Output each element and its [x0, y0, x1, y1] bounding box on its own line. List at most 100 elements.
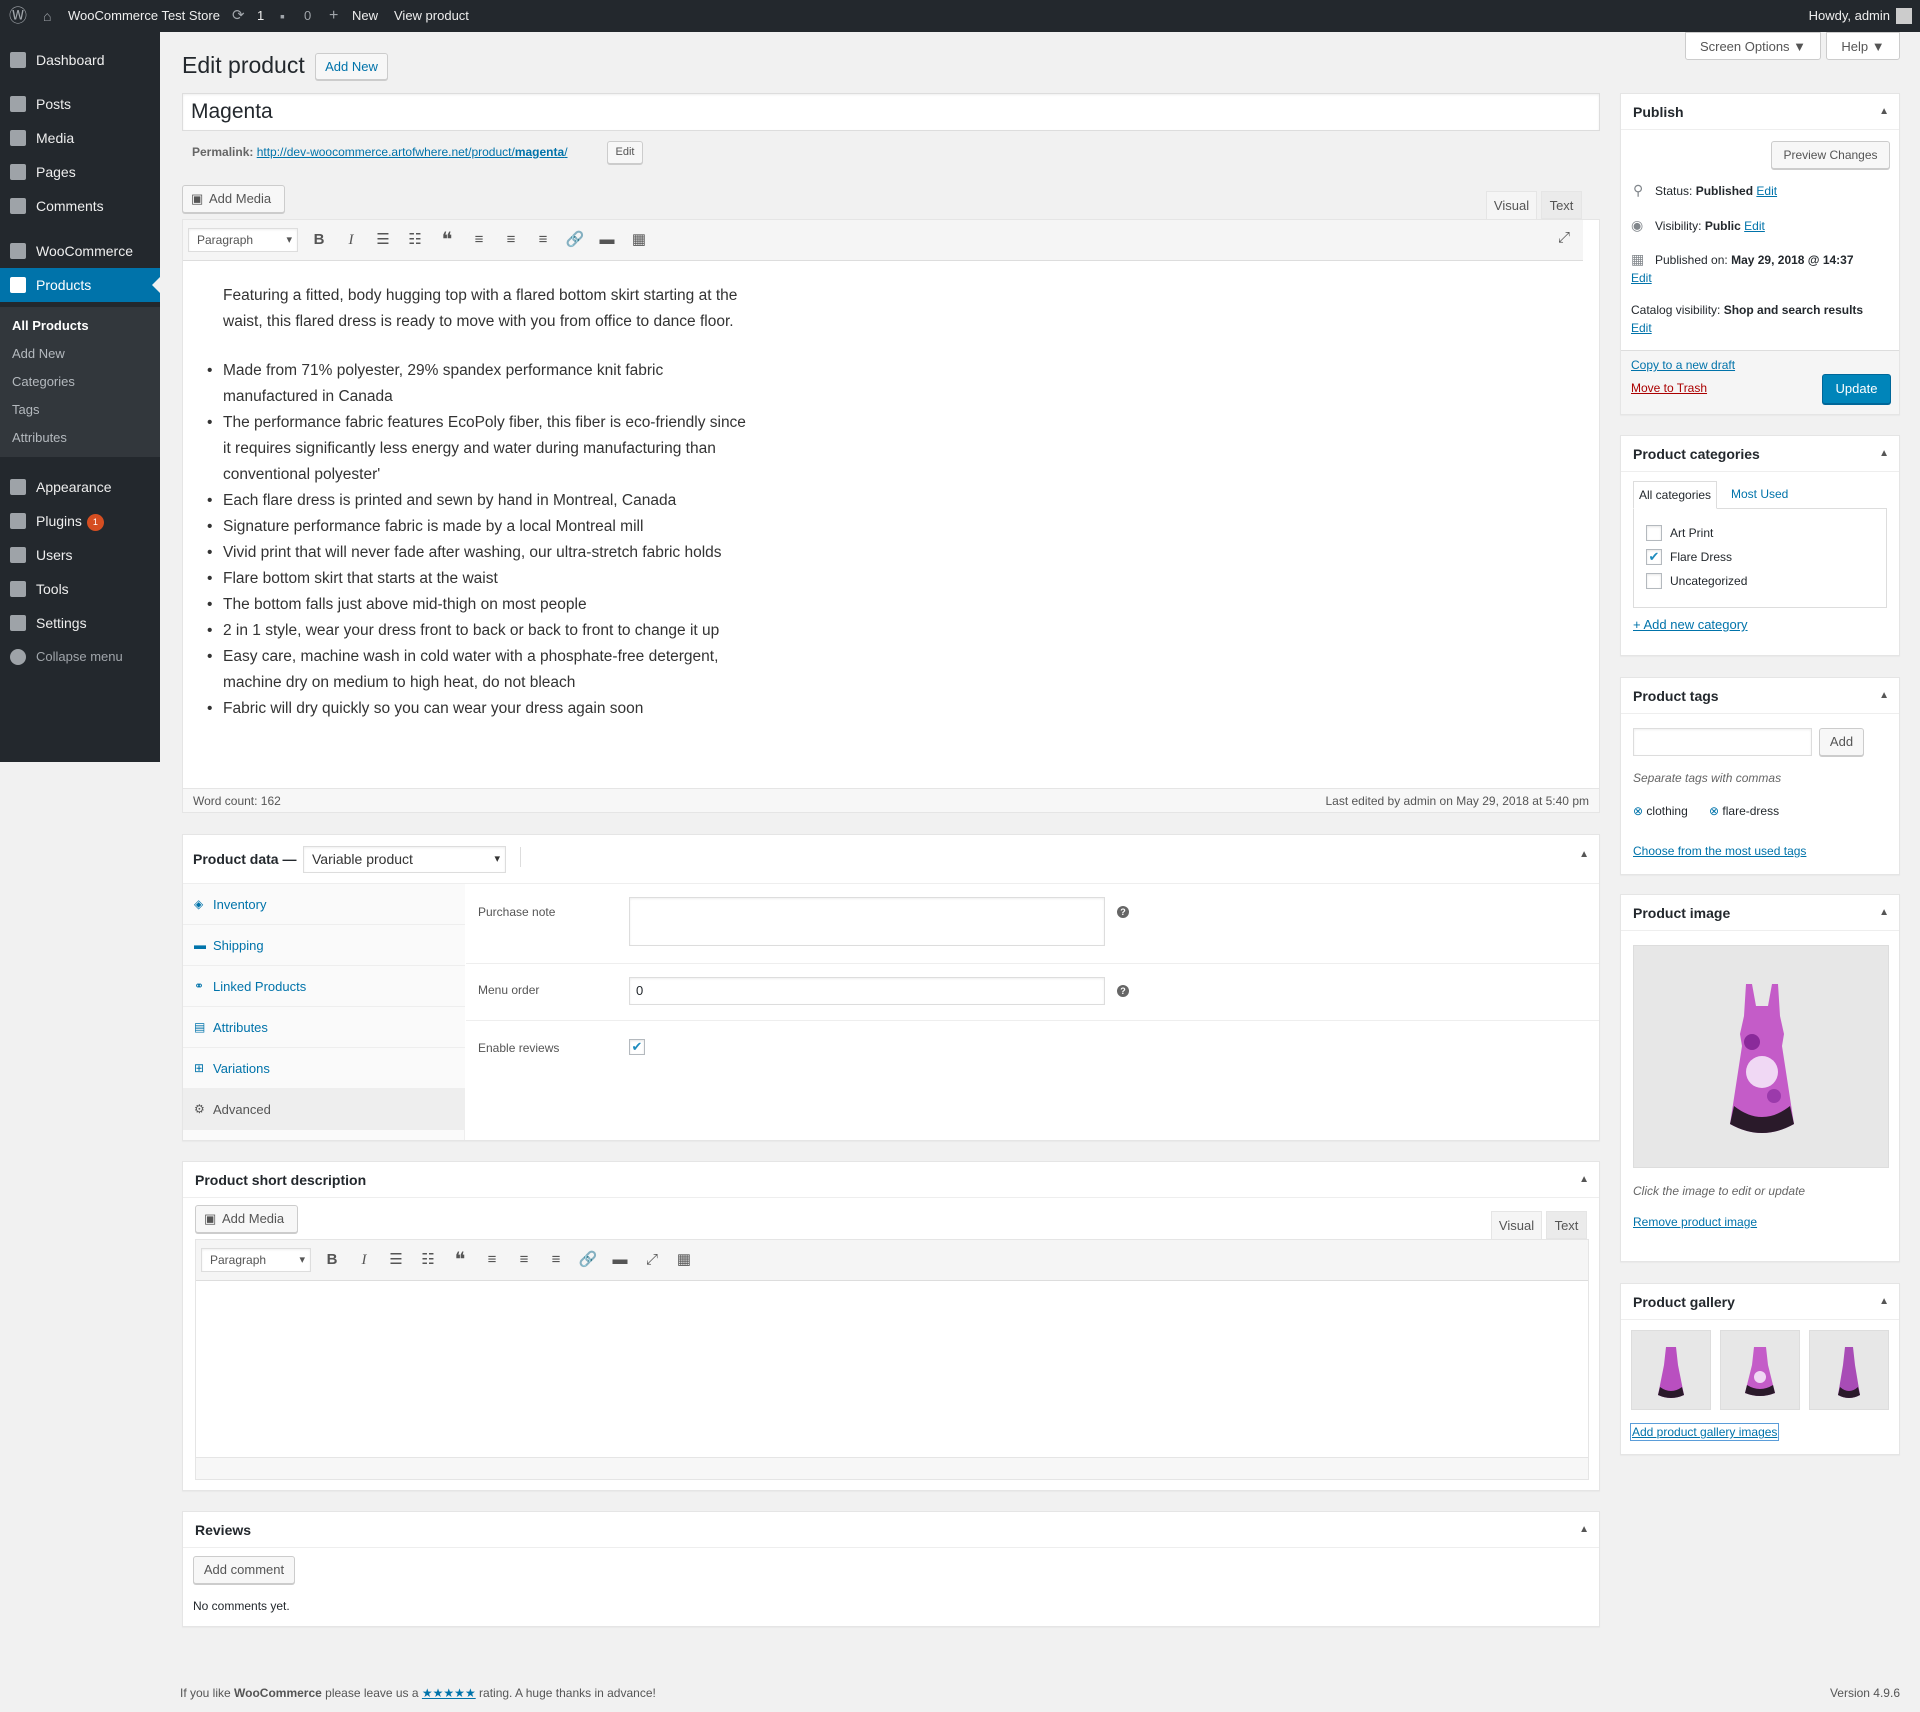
- submenu-add-new[interactable]: Add New: [12, 346, 65, 361]
- sidebar-item-users[interactable]: Users: [0, 538, 160, 572]
- blockquote-button[interactable]: ❝: [448, 1248, 472, 1272]
- toggle-product-data-icon[interactable]: ▲: [1579, 835, 1589, 875]
- tab-variations[interactable]: ⊞ Variations: [183, 1048, 465, 1089]
- howdy-account[interactable]: Howdy, admin: [1809, 0, 1890, 32]
- toggle-product-gallery-icon[interactable]: ▲: [1879, 1284, 1889, 1320]
- toggle-publish-icon[interactable]: ▲: [1879, 94, 1889, 130]
- short-add-media-button[interactable]: ▣ Add Media: [195, 1205, 298, 1233]
- fullscreen-icon[interactable]: ⤢: [1552, 226, 1576, 250]
- italic-button[interactable]: I: [339, 228, 363, 252]
- sidebar-item-woocommerce[interactable]: WooCommerce: [0, 234, 160, 268]
- sidebar-item-products[interactable]: Products: [0, 268, 160, 302]
- align-right-button[interactable]: ≡: [531, 228, 555, 252]
- italic-button[interactable]: I: [352, 1248, 376, 1272]
- submenu-tags[interactable]: Tags: [12, 402, 39, 417]
- sidebar-item-plugins[interactable]: Plugins 1: [0, 504, 160, 538]
- align-right-button[interactable]: ≡: [544, 1248, 568, 1272]
- sidebar-item-media[interactable]: Media: [0, 121, 160, 155]
- product-type-select[interactable]: Variable product: [303, 846, 506, 873]
- link-icon[interactable]: 🔗: [563, 228, 587, 252]
- remove-tag-icon[interactable]: ⊗: [1709, 804, 1719, 818]
- align-left-button[interactable]: ≡: [480, 1248, 504, 1272]
- sidebar-item-tools[interactable]: Tools: [0, 572, 160, 606]
- blockquote-button[interactable]: ❝: [435, 228, 459, 252]
- tab-text[interactable]: Text: [1541, 191, 1582, 219]
- menu-order-help-icon[interactable]: ?: [1117, 985, 1129, 997]
- add-tag-button[interactable]: Add: [1819, 728, 1864, 756]
- sidebar-item-comments[interactable]: Comments: [0, 189, 160, 223]
- tab-attributes[interactable]: ▤ Attributes: [183, 1007, 465, 1048]
- site-name-link[interactable]: WooCommerce Test Store: [68, 0, 220, 32]
- screen-options-button[interactable]: Screen Options ▼: [1685, 32, 1821, 60]
- align-left-button[interactable]: ≡: [467, 228, 491, 252]
- sidebar-item-dashboard[interactable]: Dashboard: [0, 43, 160, 77]
- add-gallery-images-link[interactable]: Add product gallery images: [1629, 1423, 1780, 1441]
- comments-icon[interactable]: ▪: [280, 0, 285, 32]
- avatar[interactable]: [1896, 8, 1912, 24]
- tab-advanced[interactable]: ⚙ Advanced: [183, 1089, 465, 1130]
- copy-to-draft-link[interactable]: Copy to a new draft: [1631, 358, 1735, 372]
- align-center-button[interactable]: ≡: [499, 228, 523, 252]
- submenu-all-products[interactable]: All Products: [12, 318, 89, 333]
- updates-icon[interactable]: ⟳: [232, 0, 245, 32]
- bold-button[interactable]: B: [320, 1248, 344, 1272]
- sidebar-collapse-menu[interactable]: Collapse menu: [0, 640, 160, 674]
- gallery-thumbnail[interactable]: [1720, 1330, 1800, 1410]
- choose-most-used-tags-link[interactable]: Choose from the most used tags: [1633, 844, 1806, 858]
- toolbar-toggle-button[interactable]: ▦: [672, 1248, 696, 1272]
- short-format-select[interactable]: Paragraph: [201, 1248, 311, 1272]
- add-new-category-link[interactable]: + Add new category: [1633, 617, 1748, 632]
- edit-visibility-link[interactable]: Edit: [1744, 219, 1765, 233]
- tab-shipping[interactable]: ▬ Shipping: [183, 925, 465, 966]
- add-comment-button[interactable]: Add comment: [193, 1556, 295, 1584]
- short-tab-visual[interactable]: Visual: [1491, 1211, 1542, 1239]
- toggle-short-description-icon[interactable]: ▲: [1579, 1162, 1589, 1198]
- comments-count[interactable]: 0: [304, 0, 311, 32]
- wordpress-logo-icon[interactable]: Ⓦ: [6, 0, 30, 32]
- remove-product-image-link[interactable]: Remove product image: [1633, 1215, 1757, 1229]
- product-image-thumbnail[interactable]: [1633, 945, 1889, 1168]
- editor-content[interactable]: Featuring a fitted, body hugging top wit…: [207, 283, 1563, 722]
- product-title-input[interactable]: Magenta: [182, 93, 1600, 131]
- tab-inventory[interactable]: ◈ Inventory: [183, 884, 465, 925]
- toggle-product-image-icon[interactable]: ▲: [1879, 895, 1889, 931]
- edit-status-link[interactable]: Edit: [1756, 184, 1777, 198]
- add-new-button[interactable]: Add New: [315, 53, 388, 80]
- permalink-url[interactable]: http://dev-woocommerce.artofwhere.net/pr…: [257, 145, 568, 159]
- bullet-list-button[interactable]: ☰: [384, 1248, 408, 1272]
- read-more-button[interactable]: ▬: [595, 228, 619, 252]
- enable-reviews-checkbox[interactable]: ✔: [629, 1039, 645, 1055]
- fullscreen-icon[interactable]: ⤢: [640, 1248, 664, 1272]
- toggle-reviews-icon[interactable]: ▲: [1579, 1512, 1589, 1548]
- edit-date-link[interactable]: Edit: [1631, 271, 1652, 285]
- remove-tag-icon[interactable]: ⊗: [1633, 804, 1643, 818]
- category-checkbox-flare-dress[interactable]: ✔: [1646, 549, 1662, 565]
- read-more-button[interactable]: ▬: [608, 1248, 632, 1272]
- short-editor-content[interactable]: [196, 1281, 1588, 1457]
- preview-changes-button[interactable]: Preview Changes: [1771, 141, 1890, 169]
- add-media-button[interactable]: ▣ Add Media: [182, 185, 285, 213]
- help-button[interactable]: Help ▼: [1826, 32, 1900, 60]
- toggle-categories-icon[interactable]: ▲: [1879, 436, 1889, 472]
- gallery-thumbnail[interactable]: [1809, 1330, 1889, 1410]
- updates-count[interactable]: 1: [257, 0, 264, 32]
- numbered-list-button[interactable]: ☷: [403, 228, 427, 252]
- tab-visual[interactable]: Visual: [1486, 191, 1537, 219]
- category-checkbox-art-print[interactable]: [1646, 525, 1662, 541]
- tab-most-used[interactable]: Most Used: [1723, 481, 1796, 509]
- sidebar-item-posts[interactable]: Posts: [0, 87, 160, 121]
- format-select[interactable]: Paragraph: [188, 228, 298, 252]
- submenu-attributes[interactable]: Attributes: [12, 430, 67, 445]
- purchase-note-textarea[interactable]: [629, 897, 1105, 946]
- short-tab-text[interactable]: Text: [1546, 1211, 1587, 1239]
- new-menu[interactable]: New: [352, 0, 378, 32]
- view-product-link[interactable]: View product: [394, 0, 469, 32]
- align-center-button[interactable]: ≡: [512, 1248, 536, 1272]
- menu-order-input[interactable]: 0: [629, 977, 1105, 1005]
- tag-input[interactable]: [1633, 728, 1812, 756]
- numbered-list-button[interactable]: ☷: [416, 1248, 440, 1272]
- category-checkbox-uncategorized[interactable]: [1646, 573, 1662, 589]
- link-icon[interactable]: 🔗: [576, 1248, 600, 1272]
- purchase-note-help-icon[interactable]: ?: [1117, 906, 1129, 918]
- bold-button[interactable]: B: [307, 228, 331, 252]
